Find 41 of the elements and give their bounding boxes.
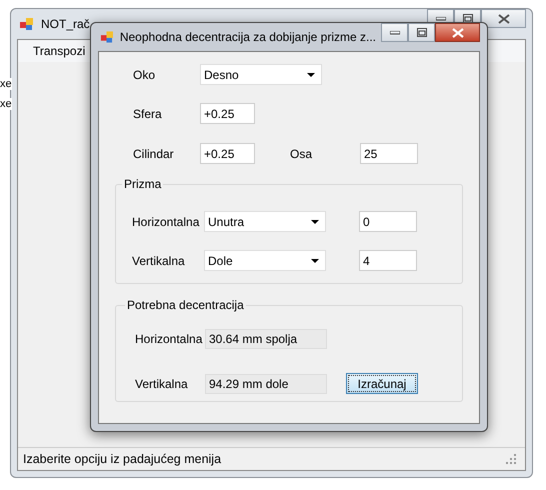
field-label: Osa [290, 146, 314, 160]
field-label: Vertikalna [135, 376, 189, 390]
field-label: Horizontalna [135, 332, 204, 346]
eye-dropdown[interactable]: Desno [200, 64, 322, 85]
result-field: 94.29 mm dole [205, 374, 327, 394]
dropdown-arrow-icon [307, 72, 315, 76]
group-title: Prizma [123, 177, 162, 191]
close-button[interactable] [435, 23, 480, 42]
minimize-button[interactable] [381, 23, 408, 42]
input-field[interactable]: 4 [359, 250, 417, 271]
window-title: NOT_rač [41, 17, 90, 31]
field-label: Sfera [133, 106, 163, 120]
close-button[interactable] [481, 9, 526, 28]
field-label: Vertikalna [132, 254, 186, 268]
result-field: 30.64 mm spolja [205, 328, 327, 348]
window-title: Neophodna decentracija za dobijanje prizme z... [120, 30, 376, 44]
field-label: Cilindar [133, 146, 175, 160]
group-title: Potrebna decentracija [126, 298, 245, 312]
direction-dropdown[interactable]: Dole [204, 250, 326, 271]
maximize-icon [416, 28, 426, 37]
direction-dropdown[interactable]: Unutra [204, 211, 326, 232]
status-text: Izaberite opciju iz padajućeg menija [23, 452, 222, 466]
input-field[interactable]: 25 [360, 143, 418, 164]
dropdown-arrow-icon [311, 258, 319, 262]
app-icon [19, 16, 35, 32]
calculate-button[interactable]: Izračunaj [346, 373, 418, 394]
minimize-icon [390, 30, 400, 34]
label-text: xe [0, 78, 12, 90]
app-icon [100, 29, 115, 45]
menu-item[interactable]: Transpozi [33, 44, 86, 58]
input-field[interactable]: +0.25 [200, 103, 255, 124]
field-label: Oko [133, 68, 156, 82]
close-icon [498, 14, 510, 24]
close-icon [452, 28, 464, 38]
label-text: xe [0, 98, 12, 110]
dropdown-arrow-icon [311, 220, 319, 224]
input-field[interactable]: 0 [359, 211, 417, 232]
field-label: Horizontalna [132, 214, 200, 228]
resize-grip-icon [505, 453, 517, 465]
maximize-button[interactable] [408, 23, 435, 42]
input-field[interactable]: +0.25 [200, 143, 255, 164]
